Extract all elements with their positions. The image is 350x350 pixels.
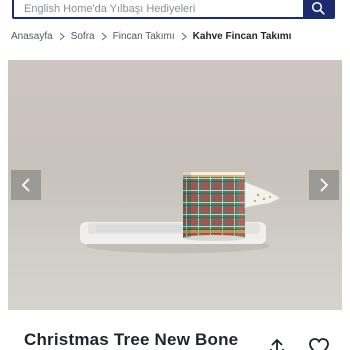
heart-icon bbox=[309, 338, 329, 350]
chevron-left-icon bbox=[21, 178, 30, 192]
product-image bbox=[80, 172, 281, 253]
search-icon bbox=[311, 1, 325, 15]
share-icon bbox=[270, 338, 284, 350]
search-input[interactable] bbox=[14, 0, 303, 17]
product-image-gallery[interactable] bbox=[8, 60, 342, 310]
favorite-button[interactable] bbox=[308, 336, 330, 350]
breadcrumb-home[interactable]: Anasayfa bbox=[11, 31, 53, 42]
chevron-right-icon bbox=[181, 32, 187, 41]
chevron-right-icon bbox=[101, 32, 107, 41]
share-button[interactable] bbox=[266, 336, 288, 350]
gallery-next-button[interactable] bbox=[309, 170, 339, 200]
gallery-prev-button[interactable] bbox=[11, 170, 41, 200]
breadcrumb: Anasayfa Sofra Fincan Takımı Kahve Finca… bbox=[11, 29, 342, 43]
breadcrumb-current: Kahve Fincan Takımı bbox=[192, 30, 292, 42]
product-title: Christmas Tree New Bone bbox=[24, 330, 239, 349]
chevron-right-icon bbox=[59, 32, 65, 41]
search-button[interactable] bbox=[303, 0, 333, 17]
search-bar bbox=[12, 0, 335, 19]
breadcrumb-fincan-takimi[interactable]: Fincan Takımı bbox=[113, 31, 175, 42]
breadcrumb-sofra[interactable]: Sofra bbox=[71, 31, 95, 42]
chevron-right-icon bbox=[320, 178, 329, 192]
product-header: Christmas Tree New Bone bbox=[0, 318, 350, 350]
